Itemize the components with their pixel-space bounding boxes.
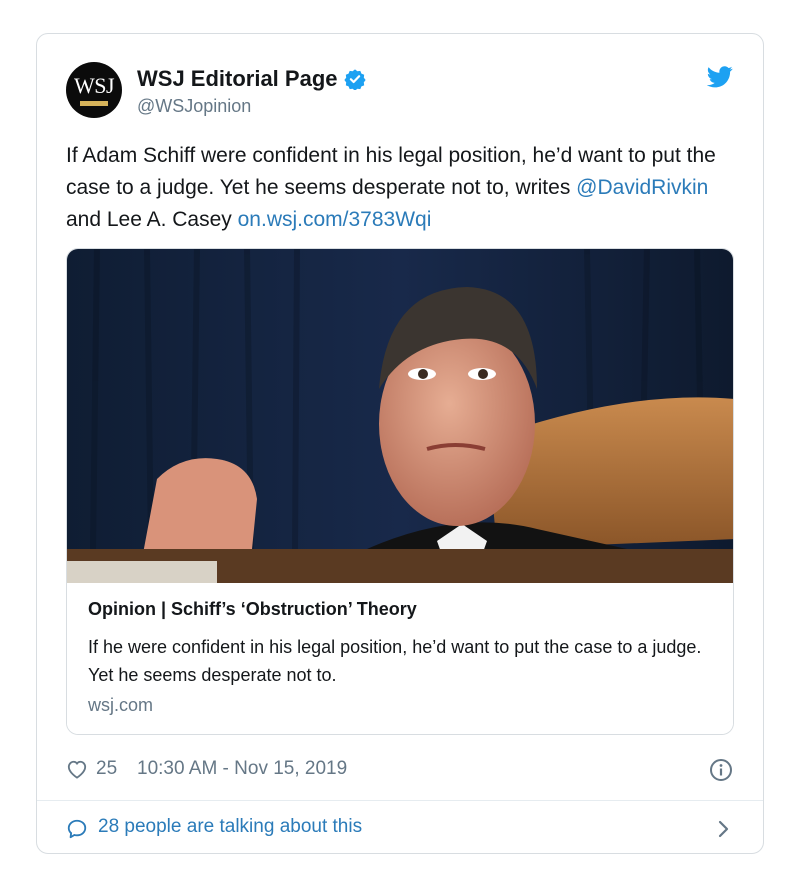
divider [37, 800, 763, 801]
chevron-right-icon[interactable] [716, 819, 730, 839]
author-name-row: WSJ Editorial Page [137, 66, 366, 92]
link-card-domain: wsj.com [88, 695, 154, 715]
account-handle[interactable]: @WSJopinion [137, 96, 251, 117]
link-preview-card[interactable]: Opinion | Schiff’s ‘Obstruction’ Theory … [66, 248, 734, 735]
twitter-bird-icon[interactable] [707, 66, 733, 88]
comment-bubble-icon [67, 819, 87, 839]
avatar-opinion-band [80, 101, 108, 106]
tweet-card: WSJ WSJ Editorial Page @WSJopinion If Ad… [36, 33, 764, 854]
link-card-title[interactable]: Opinion | Schiff’s ‘Obstruction’ Theory [88, 599, 417, 620]
display-name[interactable]: WSJ Editorial Page [137, 66, 338, 92]
info-icon[interactable] [709, 758, 733, 782]
heart-icon[interactable] [66, 759, 88, 779]
tweet-footer: 25 10:30 AM - Nov 15, 2019 [66, 758, 736, 782]
timestamp[interactable]: 10:30 AM - Nov 15, 2019 [137, 758, 347, 780]
link-card-description: If he were confident in his legal positi… [88, 637, 702, 685]
article-short-link[interactable]: on.wsj.com/3783Wqi [238, 208, 432, 231]
article-photo[interactable] [67, 249, 734, 583]
avatar-logo-text: WSJ [73, 73, 115, 98]
like-count[interactable]: 25 [96, 758, 117, 780]
mention-link[interactable]: @DavidRivkin [576, 176, 708, 199]
conversation-link[interactable]: 28 people are talking about this [66, 816, 736, 842]
avatar[interactable]: WSJ [66, 62, 122, 118]
link-card-meta: Opinion | Schiff’s ‘Obstruction’ Theory … [67, 583, 733, 734]
tweet-text: If Adam Schiff were confident in his leg… [66, 140, 736, 236]
tweet-text-part2: and Lee A. Casey [66, 208, 238, 231]
verified-badge-icon [343, 69, 366, 90]
conversation-count-label[interactable]: 28 people are talking about this [98, 816, 362, 838]
